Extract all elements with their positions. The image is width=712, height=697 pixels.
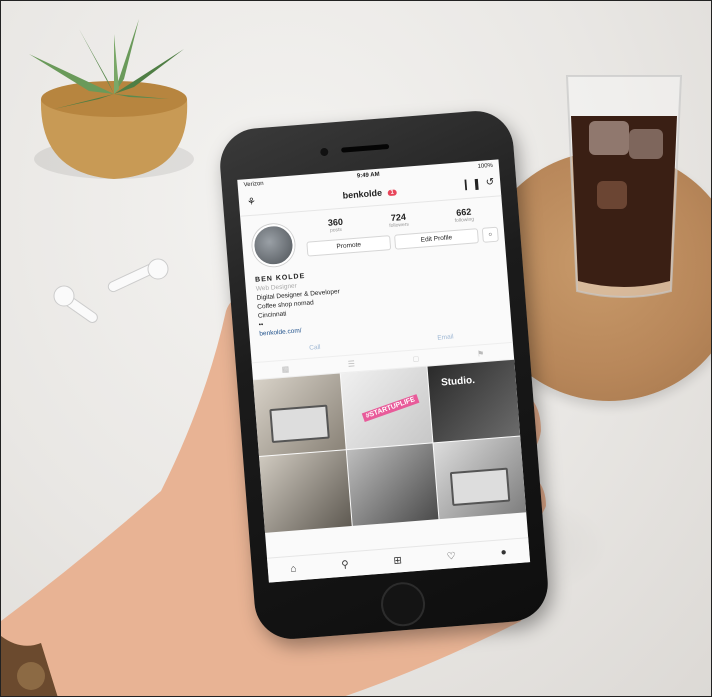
saved-icon[interactable]: ⚑ [477, 349, 485, 359]
iced-coffee-glass [565, 75, 683, 298]
post-thumbnail[interactable]: Studio. [427, 359, 521, 443]
smartphone: Verizon 9:49 AM 100% ⚘ benkolde 1 ▎▐ ↺ 3… [217, 108, 551, 642]
username-label: benkolde [342, 187, 383, 201]
email-button[interactable]: Email [437, 333, 454, 341]
insights-icon[interactable]: ▎▐ [465, 179, 479, 191]
stat-following[interactable]: 662 following [454, 206, 475, 224]
tagged-icon[interactable]: □ [413, 354, 419, 363]
stat-label: posts [329, 226, 343, 234]
post-grid: #STARTUPLIFE Studio. [253, 359, 527, 533]
succulent-plant [29, 19, 194, 179]
post-thumbnail[interactable]: #STARTUPLIFE [340, 366, 433, 450]
post-thumbnail[interactable] [346, 443, 439, 526]
studio-text: Studio. [440, 374, 476, 389]
startup-sticker: #STARTUPLIFE [361, 394, 419, 422]
promote-button[interactable]: Promote [306, 235, 392, 257]
add-post-icon[interactable]: ⊞ [393, 555, 402, 567]
post-thumbnail[interactable] [433, 436, 527, 520]
edit-profile-button[interactable]: Edit Profile [394, 228, 479, 250]
avatar[interactable] [250, 222, 297, 268]
post-thumbnail[interactable] [259, 450, 352, 533]
stat-label: following [454, 216, 475, 224]
instagram-profile-screen: Verizon 9:49 AM 100% ⚘ benkolde 1 ▎▐ ↺ 3… [237, 159, 531, 583]
stat-posts[interactable]: 360 posts [327, 217, 343, 234]
notification-badge[interactable]: 1 [387, 189, 398, 196]
post-thumbnail[interactable] [253, 373, 346, 457]
call-button[interactable]: Call [309, 344, 321, 352]
home-icon[interactable]: ⌂ [290, 563, 297, 574]
battery-label: 100% [477, 162, 494, 171]
laptop-image [269, 404, 330, 443]
laptop-image [450, 467, 511, 507]
stat-label: followers [389, 221, 410, 230]
grid-view-icon[interactable]: ▦ [281, 364, 289, 374]
history-icon[interactable]: ↺ [485, 177, 494, 189]
photo-frame: Verizon 9:49 AM 100% ⚘ benkolde 1 ▎▐ ↺ 3… [0, 0, 712, 697]
heart-icon[interactable]: ♡ [446, 550, 456, 562]
stat-followers[interactable]: 724 followers [388, 212, 409, 229]
settings-icon[interactable]: ○ [481, 226, 499, 243]
list-view-icon[interactable]: ☰ [347, 359, 355, 369]
search-icon[interactable]: ⚲ [341, 559, 349, 571]
profile-icon[interactable]: ● [500, 546, 507, 557]
